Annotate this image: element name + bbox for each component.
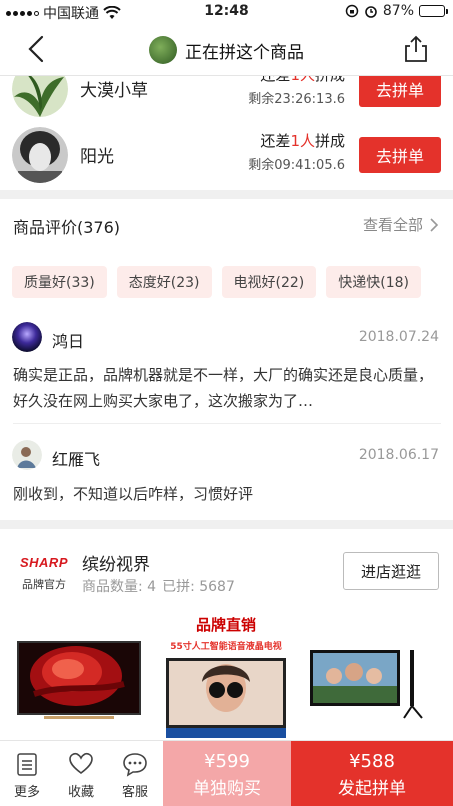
shop-name: 缤纷视界 bbox=[82, 555, 150, 575]
group-remain-time: 剩余23:26:13.6 bbox=[248, 92, 345, 107]
start-group-button[interactable]: ¥588 发起拼单 bbox=[291, 741, 453, 806]
alarm-icon bbox=[365, 6, 377, 18]
group-info: 还差1人拼成 剩余09:41:05.6 bbox=[248, 130, 345, 173]
status-right: 87% bbox=[345, 3, 448, 19]
need-prefix: 还差 bbox=[260, 132, 291, 150]
join-group-button[interactable]: 去拼单 bbox=[359, 71, 441, 107]
chat-icon bbox=[123, 753, 147, 777]
shop-stats: 商品数量: 4 已拼: 5687 bbox=[82, 576, 235, 596]
group-row: 阳光 还差1人拼成 剩余09:41:05.6 去拼单 bbox=[0, 120, 453, 190]
tv-image bbox=[166, 658, 286, 738]
group-user-name: 大漠小草 bbox=[80, 81, 148, 101]
need-suffix: 拼成 bbox=[314, 132, 345, 150]
status-bar: 中国联通 12:48 87% bbox=[0, 0, 453, 24]
favorite-button[interactable]: 收藏 bbox=[54, 741, 108, 806]
join-group-button[interactable]: 去拼单 bbox=[359, 137, 441, 173]
favorite-label: 收藏 bbox=[67, 785, 94, 800]
product-thumbnail[interactable] bbox=[14, 614, 144, 740]
chevron-right-icon bbox=[430, 217, 439, 232]
buy-alone-button[interactable]: ¥599 单独购买 bbox=[163, 741, 291, 806]
section-divider bbox=[0, 520, 453, 529]
review-date: 2018.07.24 bbox=[358, 329, 439, 345]
solo-label: 单独购买 bbox=[193, 779, 261, 799]
official-label: 品牌官方 bbox=[22, 578, 66, 591]
avatar bbox=[12, 440, 42, 470]
view-all-label: 查看全部 bbox=[362, 216, 423, 234]
brand-logo-text: SHARP bbox=[19, 555, 68, 570]
need-count: 1人 bbox=[290, 132, 315, 150]
review-text: 确实是正品，品牌机器就是不一样，大厂的确实还是良心质量，好久没在网上购买大家电了… bbox=[13, 366, 434, 410]
tv-image bbox=[17, 641, 141, 719]
heart-icon bbox=[69, 752, 93, 775]
review-tag[interactable]: 质量好(33) bbox=[12, 266, 107, 298]
review-date: 2018.06.17 bbox=[358, 447, 439, 463]
visit-shop-button[interactable]: 进店逛逛 bbox=[343, 552, 439, 590]
brand-logo[interactable]: SHARP 品牌官方 bbox=[14, 555, 74, 592]
product-thumbnail[interactable] bbox=[304, 614, 440, 740]
group-label: 发起拼单 bbox=[338, 779, 406, 799]
service-label: 客服 bbox=[121, 785, 148, 800]
battery-icon bbox=[419, 5, 448, 17]
solo-price: ¥599 bbox=[204, 751, 250, 772]
group-remain-time: 剩余09:41:05.6 bbox=[248, 158, 345, 173]
nav-avatar bbox=[149, 36, 177, 64]
reviews-header: 商品评价(376) 查看全部 bbox=[0, 199, 453, 251]
orientation-lock-icon bbox=[345, 4, 359, 18]
review-tag[interactable]: 快递快(18) bbox=[326, 266, 421, 298]
avatar bbox=[12, 127, 68, 183]
divider bbox=[13, 423, 441, 424]
group-need: 还差1人拼成 bbox=[248, 130, 345, 151]
nav-bar: 正在拼这个商品 bbox=[0, 24, 453, 76]
product-thumbnail[interactable]: 品牌直销 55寸人工智能语音液晶电视 bbox=[162, 614, 290, 740]
customer-service-button[interactable]: 客服 bbox=[108, 741, 162, 806]
sold-count: 已拼: 5687 bbox=[162, 579, 235, 595]
shop-card: SHARP 品牌官方 缤纷视界 商品数量: 4 已拼: 5687 进店逛逛 品牌… bbox=[0, 530, 453, 740]
bottom-bar: 更多 收藏 客服 ¥599 单独购买 ¥588 发起拼单 bbox=[0, 740, 453, 806]
tv-image bbox=[310, 650, 423, 719]
avatar bbox=[12, 322, 42, 352]
review-tag[interactable]: 态度好(23) bbox=[116, 266, 212, 298]
battery-percent: 87% bbox=[382, 3, 414, 19]
menu-icon bbox=[17, 753, 37, 776]
section-divider bbox=[0, 190, 453, 199]
review-tag[interactable]: 电视好(22) bbox=[221, 266, 317, 298]
promo-title: 品牌直销 bbox=[195, 616, 256, 634]
reviewer-name: 鸿日 bbox=[52, 332, 85, 351]
more-button[interactable]: 更多 bbox=[0, 741, 54, 806]
review-text: 刚收到，不知道以后咋样，习惯好评 bbox=[13, 485, 254, 503]
product-count: 商品数量: 4 bbox=[82, 579, 157, 595]
more-label: 更多 bbox=[13, 785, 40, 800]
page-title: 正在拼这个商品 bbox=[185, 42, 304, 63]
group-price: ¥588 bbox=[349, 751, 395, 772]
nav-title-group: 正在拼这个商品 bbox=[0, 36, 453, 64]
promo-subtitle: 55寸人工智能语音液晶电视 bbox=[170, 642, 282, 652]
reviewer-name: 红雁飞 bbox=[52, 450, 101, 469]
reviews-title: 商品评价(376) bbox=[13, 218, 121, 237]
group-user-name: 阳光 bbox=[80, 147, 114, 167]
view-all-reviews-link[interactable]: 查看全部 bbox=[363, 214, 439, 235]
share-icon[interactable] bbox=[401, 34, 431, 64]
review-tags: 质量好(33) 态度好(23) 电视好(22) 快递快(18) bbox=[12, 266, 421, 298]
